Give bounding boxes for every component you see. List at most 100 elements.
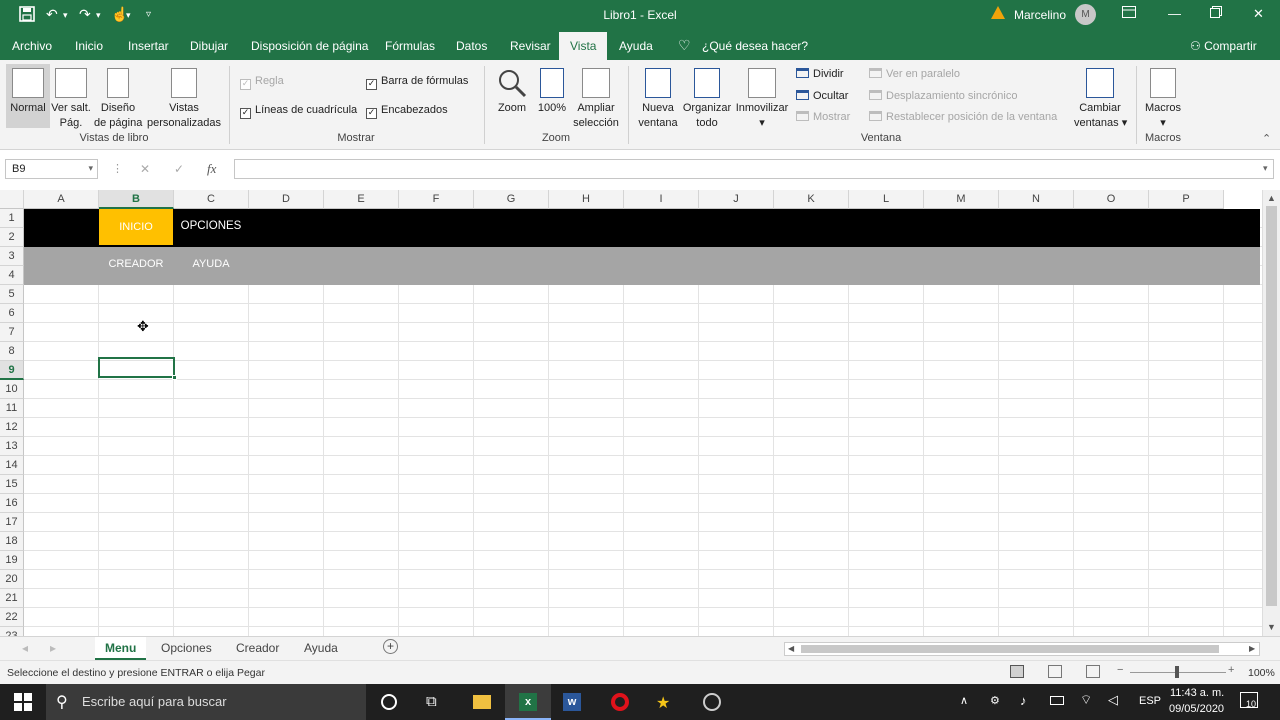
- unhide-button[interactable]: Mostrar: [796, 111, 850, 123]
- normal-view-status-icon[interactable]: [1010, 665, 1024, 678]
- restore-button[interactable]: [1210, 6, 1222, 21]
- row-header[interactable]: 3: [0, 247, 24, 266]
- enter-icon[interactable]: ✓: [174, 162, 184, 176]
- tab-ayuda[interactable]: Ayuda: [619, 39, 653, 53]
- cortana-icon[interactable]: [381, 694, 397, 710]
- add-sheet-icon[interactable]: +: [383, 639, 398, 654]
- column-header[interactable]: B: [99, 190, 174, 209]
- worksheet-grid[interactable]: ABCDEFGHIJKLMNOP 1 2 3 4 5 6 7 8 9 10 11 12 13 14 15 16…: [0, 190, 1262, 636]
- scroll-up-icon[interactable]: ▲: [1267, 193, 1276, 203]
- gridlines-checkbox[interactable]: ✓ Líneas de cuadrícula: [240, 104, 357, 119]
- tab-insertar[interactable]: Insertar: [128, 39, 169, 53]
- macros-button[interactable]: Macros ▾: [1142, 64, 1184, 131]
- task-view-icon[interactable]: ⧉: [426, 693, 444, 711]
- row-header[interactable]: 6: [0, 304, 24, 323]
- menu-inicio-button[interactable]: INICIO: [99, 209, 173, 245]
- row-header[interactable]: 14: [0, 456, 24, 475]
- collapse-ribbon-icon[interactable]: ⌃: [1262, 132, 1271, 145]
- expand-formula-icon[interactable]: ▾: [1263, 163, 1268, 174]
- horizontal-scrollbar[interactable]: ◀ ▶: [784, 642, 1260, 656]
- column-header[interactable]: K: [774, 190, 849, 209]
- tab-archivo[interactable]: Archivo: [12, 39, 52, 53]
- row-header[interactable]: 16: [0, 494, 24, 513]
- row-header[interactable]: 15: [0, 475, 24, 494]
- prev-sheet-icon[interactable]: ◂: [22, 641, 28, 655]
- language-indicator[interactable]: ESP: [1139, 695, 1161, 707]
- row-header[interactable]: 18: [0, 532, 24, 551]
- side-by-side-button[interactable]: Ver en paralelo: [869, 68, 960, 80]
- column-header[interactable]: G: [474, 190, 549, 209]
- column-header[interactable]: N: [999, 190, 1074, 209]
- app-tray-icon[interactable]: ⚙: [990, 694, 1000, 707]
- minimize-button[interactable]: —: [1168, 6, 1181, 21]
- column-header[interactable]: J: [699, 190, 774, 209]
- opera-icon[interactable]: [611, 693, 629, 711]
- row-header[interactable]: 4: [0, 266, 24, 285]
- row-header[interactable]: 5: [0, 285, 24, 304]
- clock-date[interactable]: 09/05/2020: [1169, 703, 1224, 715]
- formula-bar-checkbox[interactable]: ✓ Barra de fórmulas: [366, 75, 468, 90]
- custom-views-button[interactable]: Vistas personalizadas: [146, 64, 222, 131]
- tab-formulas[interactable]: Fórmulas: [385, 39, 435, 53]
- avatar[interactable]: M: [1075, 4, 1096, 25]
- fill-handle[interactable]: [172, 375, 177, 380]
- close-button[interactable]: ✕: [1253, 6, 1264, 22]
- app-icon[interactable]: [703, 693, 721, 711]
- row-header[interactable]: 17: [0, 513, 24, 532]
- sync-scroll-button[interactable]: Desplazamiento sincrónico: [869, 90, 1017, 102]
- page-break-status-icon[interactable]: [1086, 665, 1100, 678]
- column-header[interactable]: C: [174, 190, 249, 209]
- column-header[interactable]: O: [1074, 190, 1149, 209]
- switch-windows-button[interactable]: Cambiar ventanas ▾: [1074, 64, 1127, 131]
- clock-time[interactable]: 11:43 a. m.: [1170, 687, 1224, 699]
- freeze-panes-button[interactable]: Inmovilizar ▾: [734, 64, 790, 131]
- column-header[interactable]: D: [249, 190, 324, 209]
- row-header[interactable]: 19: [0, 551, 24, 570]
- row-header[interactable]: 11: [0, 399, 24, 418]
- active-cell[interactable]: [98, 357, 175, 378]
- warning-icon[interactable]: [991, 6, 1005, 19]
- file-explorer-icon[interactable]: [473, 695, 491, 709]
- h-scroll-thumb[interactable]: [801, 645, 1219, 653]
- menu-opciones-button[interactable]: OPCIONES: [174, 209, 248, 245]
- tab-revisar[interactable]: Revisar: [510, 39, 551, 53]
- sheet-tab-ayuda[interactable]: Ayuda: [304, 641, 338, 655]
- row-header[interactable]: 20: [0, 570, 24, 589]
- row-header[interactable]: 9: [0, 361, 24, 380]
- word-icon[interactable]: w: [563, 693, 581, 711]
- zoom-100-button[interactable]: 100%: [535, 64, 569, 116]
- chevron-down-icon[interactable]: ▾: [88, 163, 93, 174]
- tab-disposicion[interactable]: Disposición de página: [251, 39, 368, 53]
- column-header[interactable]: H: [549, 190, 624, 209]
- split-button[interactable]: Dividir: [796, 68, 844, 80]
- arrange-all-button[interactable]: Organizar todo: [682, 64, 732, 131]
- sheet-tab-opciones[interactable]: Opciones: [161, 641, 212, 655]
- sheet-tab-creador[interactable]: Creador: [236, 641, 279, 655]
- column-header[interactable]: P: [1149, 190, 1224, 209]
- tab-inicio[interactable]: Inicio: [75, 39, 103, 53]
- vertical-scrollbar[interactable]: ▲ ▼: [1262, 190, 1280, 636]
- sheet-tab-menu[interactable]: Menu: [95, 637, 147, 661]
- page-layout-view-button[interactable]: Diseño de página: [94, 64, 142, 131]
- excel-taskbar-button[interactable]: x: [505, 684, 551, 720]
- formula-input[interactable]: [234, 159, 1274, 179]
- tell-me-input[interactable]: ¿Qué desea hacer?: [702, 39, 808, 53]
- menu-ayuda-button[interactable]: AYUDA: [174, 247, 248, 283]
- show-hidden-icons[interactable]: ∧: [960, 694, 968, 707]
- volume-icon[interactable]: ◁: [1108, 692, 1118, 708]
- share-button[interactable]: ⚇ Compartir: [1190, 39, 1257, 53]
- zoom-level[interactable]: 100%: [1248, 667, 1275, 679]
- row-header[interactable]: 21: [0, 589, 24, 608]
- row-header[interactable]: 1: [0, 209, 24, 228]
- row-header[interactable]: 7: [0, 323, 24, 342]
- column-header[interactable]: A: [24, 190, 99, 209]
- row-header[interactable]: 10: [0, 380, 24, 399]
- ribbon-display-options-icon[interactable]: [1122, 6, 1136, 21]
- user-name[interactable]: Marcelino: [1014, 8, 1066, 22]
- ruler-checkbox[interactable]: ✓ Regla: [240, 75, 284, 90]
- row-header[interactable]: 13: [0, 437, 24, 456]
- wifi-icon[interactable]: ⌔: [1080, 692, 1092, 708]
- windows-start-icon[interactable]: [14, 693, 32, 711]
- row-header[interactable]: 12: [0, 418, 24, 437]
- name-box[interactable]: B9 ▾: [5, 159, 98, 179]
